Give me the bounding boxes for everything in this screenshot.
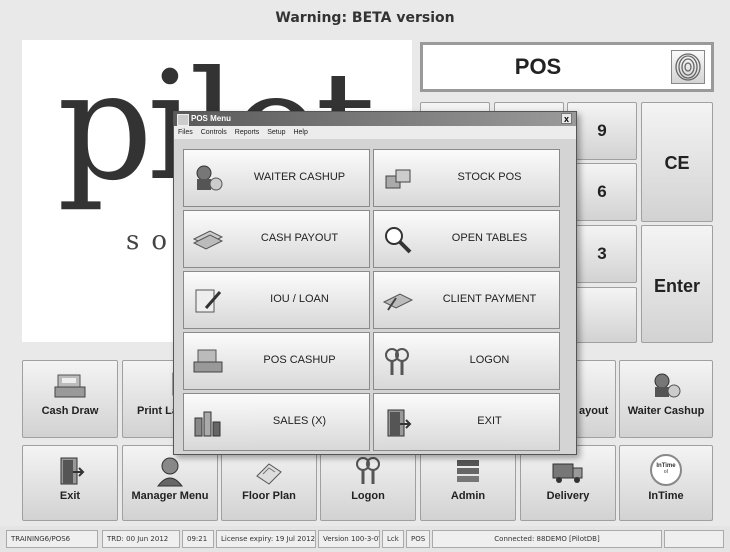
sales-x-menu-label: SALES (X) [272,415,327,427]
manager-icon [156,457,184,487]
stock-pos-menu-label: STOCK POS [457,171,522,183]
logon-menu-button[interactable]: LOGON [373,332,560,390]
enter-label: Enter [653,276,700,296]
cash-payout-menu-label: CASH PAYOUT [260,232,339,244]
note-pencil-icon [195,289,222,313]
dialog-titlebar: POS Menu x [174,112,576,126]
magnifier-icon [385,227,412,254]
exit-label: Exit [59,490,81,502]
cash-draw-button[interactable]: Cash Draw [22,360,118,438]
status-empty [664,530,724,548]
dialog-title: POS Menu [191,114,232,123]
status-time: 09:21 [182,530,214,548]
status-mode: POS [406,530,430,548]
manager-menu-button[interactable]: Manager Menu [122,445,218,521]
exit-menu-label: EXIT [477,415,502,427]
exit-door-icon [387,409,412,437]
bar-chart-icon [194,411,221,437]
app-icon [177,114,189,126]
exit-door-icon [60,457,85,485]
keypad-6[interactable]: 6 [567,163,637,221]
intime-logo-icon: InTime ol [650,454,682,486]
pos-cashup-menu-label: POS CASHUP [263,354,336,366]
client-payment-menu-label: CLIENT PAYMENT [442,293,537,305]
menu-reports[interactable]: Reports [235,129,260,136]
pos-cashup-menu-button[interactable]: POS CASHUP [183,332,370,390]
fingerprint-icon [675,53,701,81]
manager-menu-label: Manager Menu [131,490,209,502]
waiter-icon [654,373,681,398]
keypad-3[interactable]: 3 [567,225,637,283]
delivery-label: Delivery [546,490,590,502]
status-lock: Lck [382,530,404,548]
open-tables-menu-label: OPEN TABLES [451,232,528,244]
pos-menu-dialog: POS Menu x Files Controls Reports Setup … [173,111,577,455]
waiter-icon [196,165,223,191]
fingerprint-button[interactable] [671,50,705,84]
pos-title-panel: POS [420,42,714,92]
menu-controls[interactable]: Controls [201,129,227,136]
menu-setup[interactable]: Setup [267,129,285,136]
iou-loan-menu-label: IOU / LOAN [270,293,329,305]
keypad-blank-3[interactable] [567,287,637,343]
waiter-cashup-menu-button[interactable]: WAITER CASHUP [183,149,370,207]
clear-entry-label: CE [664,153,690,173]
logon-menu-label: LOGON [469,354,510,366]
waiter-cashup-button[interactable]: Waiter Cashup [619,360,713,438]
menu-bar: Files Controls Reports Setup Help [174,126,576,139]
intime-logo-subtext: ol [663,469,669,475]
truck-icon [552,463,583,483]
pos-title: POS [514,54,562,79]
logon-button[interactable]: Logon [320,445,416,521]
keypad-6-label: 6 [597,182,607,201]
client-payment-menu-button[interactable]: CLIENT PAYMENT [373,271,560,329]
status-connection: Connected: 88DEMO [PilotDB] [432,530,662,548]
status-trading-date: TRD: 00 Jun 2012 [102,530,180,548]
payment-icon [382,293,414,311]
exit-menu-button[interactable]: EXIT [373,393,560,451]
logo-subtext: so [126,226,179,256]
keys-icon [385,348,409,375]
admin-button[interactable]: Admin [420,445,516,521]
cash-payout-menu-button[interactable]: CASH PAYOUT [183,210,370,268]
floor-plan-button[interactable]: Floor Plan [221,445,317,521]
keys-icon [356,457,380,484]
database-icon [457,460,479,482]
menu-files[interactable]: Files [178,129,193,136]
waiter-cashup-menu-label: WAITER CASHUP [253,171,346,183]
intime-label: InTime [648,490,684,502]
status-license: License expiry: 19 Jul 2012 [216,530,316,548]
clear-entry-button[interactable]: CE [641,102,713,222]
admin-label: Admin [450,490,486,502]
cash-register-icon [54,374,86,398]
open-tables-menu-button[interactable]: OPEN TABLES [373,210,560,268]
cash-draw-label: Cash Draw [41,405,99,417]
status-version: Version 100-3-0Y [318,530,380,548]
floor-plan-icon [256,463,282,485]
status-bar: TRAINING6/POS6 TRD: 00 Jun 2012 09:21 Li… [0,526,730,552]
enter-button[interactable]: Enter [641,225,713,343]
logon-label: Logon [351,490,385,502]
keypad-9-label: 9 [597,121,607,140]
menu-help[interactable]: Help [293,129,307,136]
status-terminal: TRAINING6/POS6 [6,530,98,548]
waiter-cashup-label: Waiter Cashup [627,405,705,417]
exit-button[interactable]: Exit [22,445,118,521]
keypad-3-label: 3 [597,244,607,263]
sales-x-menu-button[interactable]: SALES (X) [183,393,370,451]
iou-loan-menu-button[interactable]: IOU / LOAN [183,271,370,329]
intime-button[interactable]: InTime ol InTime [619,445,713,521]
close-button[interactable]: x [561,113,572,124]
cash-stack-icon [192,230,224,250]
cash-register-icon [193,349,223,373]
beta-warning-banner: Warning: BETA version [275,10,455,26]
floor-plan-label: Floor Plan [242,490,296,502]
keypad-9[interactable]: 9 [567,102,637,160]
delivery-button[interactable]: Delivery [520,445,616,521]
stock-pos-menu-button[interactable]: STOCK POS [373,149,560,207]
boxes-icon [385,169,411,189]
